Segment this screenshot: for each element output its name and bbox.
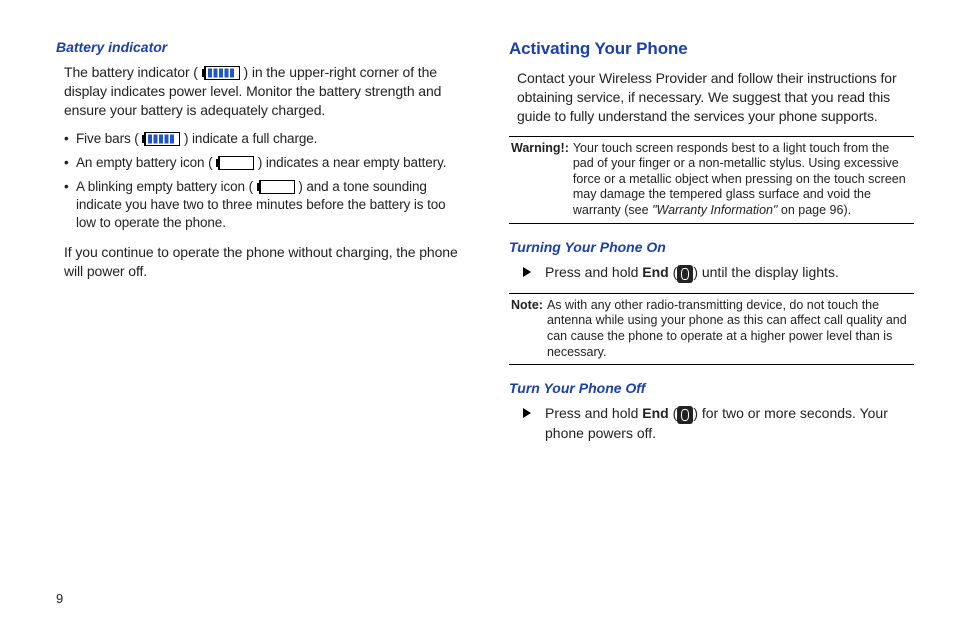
step2-mid: ( <box>669 405 678 421</box>
bullet-five-bars: Five bars ( ) indicate a full charge. <box>64 130 461 148</box>
step-turn-on-text: Press and hold End ( ) until the display … <box>545 263 914 283</box>
battery-bullet-list: Five bars ( ) indicate a full charge. An… <box>56 130 461 233</box>
battery-intro: The battery indicator ( ) in the upper-r… <box>56 63 461 120</box>
step1-after: ) until the display lights. <box>693 264 839 280</box>
bullet-2-before: An empty battery icon ( <box>76 155 213 170</box>
step-turn-off: Press and hold End () for two or more se… <box>509 404 914 443</box>
end-key-icon <box>677 406 693 424</box>
note-box: Note: As with any other radio-transmitti… <box>509 293 914 366</box>
heading-turning-on: Turning Your Phone On <box>509 238 914 257</box>
activating-intro: Contact your Wireless Provider and follo… <box>509 69 914 126</box>
heading-turning-off: Turn Your Phone Off <box>509 379 914 398</box>
step-arrow-icon <box>523 408 531 418</box>
heading-activating: Activating Your Phone <box>509 38 914 61</box>
bullet-empty-battery: An empty battery icon ( ) indicates a ne… <box>64 154 461 172</box>
warning-ref-italic: "Warranty Information" <box>652 203 777 217</box>
right-column: Activating Your Phone Contact your Wirel… <box>509 38 914 622</box>
bullet-2-after: ) indicates a near empty battery. <box>258 155 447 170</box>
bullet-1-after: ) indicate a full charge. <box>184 131 317 146</box>
bullet-1-before: Five bars ( <box>76 131 139 146</box>
warning-text: Your touch screen responds best to a lig… <box>573 141 912 219</box>
warning-label: Warning!: <box>511 141 569 219</box>
warning-text-after: on page 96). <box>777 203 851 217</box>
bullet-blinking-battery: A blinking empty battery icon ( ) and a … <box>64 178 461 233</box>
step2-before: Press and hold <box>545 405 642 421</box>
step2-end-label: End <box>642 405 668 421</box>
battery-full-icon <box>202 66 240 80</box>
battery-full-icon <box>142 132 180 146</box>
step1-mid: ( <box>669 264 678 280</box>
left-column: Battery indicator The battery indicator … <box>56 38 461 622</box>
step-arrow-icon <box>523 267 531 277</box>
battery-intro-before: The battery indicator ( <box>64 64 198 80</box>
battery-empty-icon <box>216 156 254 170</box>
step-turn-on: Press and hold End ( ) until the display … <box>509 263 914 283</box>
page-number: 9 <box>56 591 63 606</box>
warning-box: Warning!: Your touch screen responds bes… <box>509 136 914 224</box>
step-turn-off-text: Press and hold End () for two or more se… <box>545 404 914 443</box>
battery-empty-icon <box>257 180 295 194</box>
bullet-3-before: A blinking empty battery icon ( <box>76 179 253 194</box>
page: Battery indicator The battery indicator … <box>0 0 954 636</box>
note-label: Note: <box>511 298 543 361</box>
battery-outro: If you continue to operate the phone wit… <box>56 243 461 281</box>
note-text: As with any other radio-transmitting dev… <box>547 298 912 361</box>
step1-before: Press and hold <box>545 264 642 280</box>
step1-end-label: End <box>642 264 668 280</box>
heading-battery-indicator: Battery indicator <box>56 38 461 57</box>
end-key-icon <box>677 265 693 283</box>
